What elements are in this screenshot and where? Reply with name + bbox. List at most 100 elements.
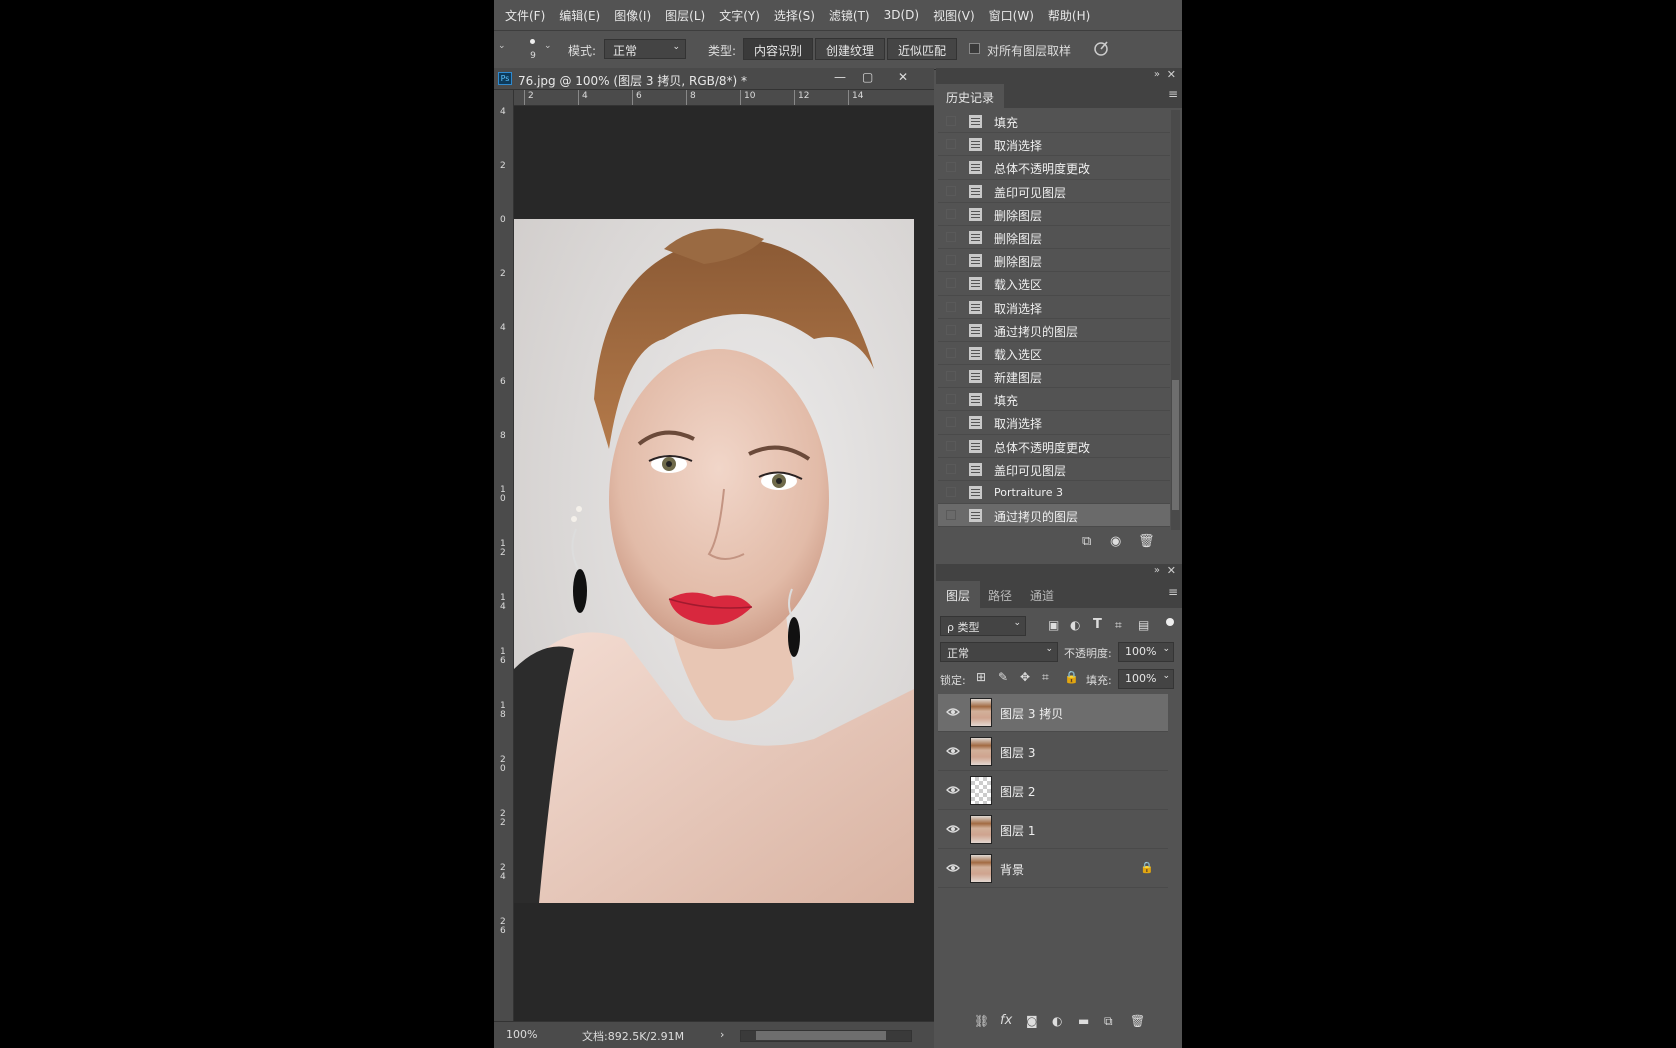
history-snapshot-checkbox[interactable] bbox=[946, 510, 956, 521]
history-item[interactable]: 新建图层 bbox=[938, 365, 1170, 389]
close-icon[interactable]: ✕ bbox=[898, 70, 908, 84]
layer-thumbnail[interactable] bbox=[970, 776, 992, 805]
history-snapshot-checkbox[interactable] bbox=[946, 371, 956, 382]
history-item[interactable]: 通过拷贝的图层 bbox=[938, 504, 1170, 528]
smart-object-filter-icon[interactable]: ▤ bbox=[1138, 618, 1149, 632]
history-snapshot-checkbox[interactable] bbox=[946, 208, 956, 219]
history-item[interactable]: 通过拷贝的图层 bbox=[938, 319, 1170, 342]
collapse-icon[interactable]: » bbox=[1154, 565, 1160, 576]
menu-item[interactable]: 视图(V) bbox=[926, 7, 982, 24]
history-item[interactable]: 总体不透明度更改 bbox=[938, 435, 1170, 458]
fill-input[interactable]: 100% ⌄ bbox=[1118, 669, 1174, 689]
history-snapshot-checkbox[interactable] bbox=[946, 278, 956, 289]
panel-menu-icon[interactable]: ≡ bbox=[1168, 585, 1178, 599]
trash-icon[interactable]: 🗑 bbox=[1130, 1014, 1145, 1028]
history-snapshot-checkbox[interactable] bbox=[946, 185, 956, 196]
type-filter-icon[interactable]: T bbox=[1093, 617, 1102, 632]
lock-position-icon[interactable]: ✥ bbox=[1020, 670, 1030, 684]
eye-icon[interactable] bbox=[946, 785, 960, 795]
history-item[interactable]: 总体不透明度更改 bbox=[938, 156, 1170, 180]
history-snapshot-checkbox[interactable] bbox=[946, 463, 956, 474]
link-layers-icon[interactable]: ⛓ bbox=[974, 1014, 989, 1028]
history-snapshot-checkbox[interactable] bbox=[946, 162, 956, 173]
shape-filter-icon[interactable]: ⌗ bbox=[1115, 618, 1122, 633]
canvas-area[interactable] bbox=[514, 106, 934, 1028]
layer-thumbnail[interactable] bbox=[970, 815, 992, 844]
new-group-icon[interactable]: ▬ bbox=[1078, 1014, 1089, 1028]
history-scrollbar-thumb[interactable] bbox=[1172, 380, 1179, 510]
camera-icon[interactable]: ◉ bbox=[1110, 534, 1121, 549]
lock-transparent-icon[interactable]: ⊞ bbox=[976, 670, 986, 684]
filter-toggle-icon[interactable] bbox=[1166, 618, 1174, 626]
layer-name[interactable]: 图层 3 拷贝 bbox=[1000, 705, 1063, 722]
adjustment-layer-icon[interactable]: ◐ bbox=[1052, 1014, 1062, 1028]
collapse-icon[interactable]: » bbox=[1154, 69, 1160, 80]
history-item[interactable]: 取消选择 bbox=[938, 296, 1170, 319]
lock-image-icon[interactable]: ✎ bbox=[998, 670, 1008, 684]
horizontal-ruler[interactable]: 2 4 6 8 10 12 14 bbox=[514, 90, 934, 106]
add-mask-icon[interactable]: ◙ bbox=[1026, 1014, 1038, 1028]
history-snapshot-checkbox[interactable] bbox=[946, 231, 956, 242]
layer-row[interactable]: 图层 3 拷贝 bbox=[938, 694, 1168, 732]
layer-name[interactable]: 图层 3 bbox=[1000, 744, 1035, 761]
brush-picker-chevron-icon[interactable]: ⌄ bbox=[544, 41, 552, 51]
history-item[interactable]: Portraiture 3 bbox=[938, 481, 1170, 505]
history-snapshot-checkbox[interactable] bbox=[946, 394, 956, 405]
history-item[interactable]: 删除图层 bbox=[938, 249, 1170, 273]
tab-channels[interactable]: 通道 bbox=[1020, 581, 1064, 608]
menu-item[interactable]: 图层(L) bbox=[658, 7, 712, 24]
status-arrow-icon[interactable]: › bbox=[720, 1028, 724, 1041]
vertical-ruler[interactable]: 4 2 0 2 4 6 8 1 0 1 2 1 4 1 6 1 8 2 0 2 2 2 4 2 6 bbox=[494, 90, 514, 1030]
lock-icon[interactable]: 🔒 bbox=[1140, 861, 1154, 874]
layer-filter-select[interactable]: ρ 类型 ⌄ bbox=[940, 616, 1026, 636]
new-layer-icon[interactable]: ⧉ bbox=[1104, 1014, 1113, 1029]
zoom-level[interactable]: 100% bbox=[506, 1028, 537, 1041]
menu-item[interactable]: 滤镜(T) bbox=[822, 7, 877, 24]
menu-item[interactable]: 文字(Y) bbox=[712, 7, 767, 24]
history-snapshot-checkbox[interactable] bbox=[946, 301, 956, 312]
layer-thumbnail[interactable] bbox=[970, 698, 992, 727]
close-panel-icon[interactable]: ✕ bbox=[1167, 68, 1176, 81]
menu-item[interactable]: 编辑(E) bbox=[552, 7, 607, 24]
blend-mode-select[interactable]: 正常 ⌄ bbox=[940, 642, 1058, 662]
history-item[interactable]: 盖印可见图层 bbox=[938, 458, 1170, 481]
sample-all-layers-checkbox[interactable] bbox=[969, 43, 980, 54]
history-item[interactable]: 载入选区 bbox=[938, 272, 1170, 296]
history-snapshot-checkbox[interactable] bbox=[946, 255, 956, 266]
pressure-icon[interactable] bbox=[1092, 39, 1110, 57]
history-item[interactable]: 取消选择 bbox=[938, 133, 1170, 157]
eye-icon[interactable] bbox=[946, 824, 960, 834]
scrollbar-thumb[interactable] bbox=[756, 1031, 886, 1040]
menu-item[interactable]: 文件(F) bbox=[498, 7, 552, 24]
history-snapshot-checkbox[interactable] bbox=[946, 139, 956, 150]
new-document-from-state-icon[interactable]: ⧉ bbox=[1082, 534, 1091, 549]
panel-menu-icon[interactable]: ≡ bbox=[1168, 87, 1178, 101]
create-texture-button[interactable]: 创建纹理 bbox=[815, 38, 886, 60]
history-scrollbar[interactable] bbox=[1171, 110, 1180, 530]
layer-thumbnail[interactable] bbox=[970, 737, 992, 766]
minimize-icon[interactable]: — bbox=[834, 70, 846, 84]
layer-name[interactable]: 图层 1 bbox=[1000, 822, 1035, 839]
history-item[interactable]: 删除图层 bbox=[938, 226, 1170, 250]
close-panel-icon[interactable]: ✕ bbox=[1167, 564, 1176, 577]
layer-row[interactable]: 图层 1 bbox=[938, 811, 1168, 849]
fx-icon[interactable]: fx bbox=[1000, 1013, 1012, 1028]
history-snapshot-checkbox[interactable] bbox=[946, 347, 956, 358]
opacity-input[interactable]: 100% ⌄ bbox=[1118, 642, 1174, 662]
trash-icon[interactable]: 🗑 bbox=[1138, 534, 1155, 549]
history-snapshot-checkbox[interactable] bbox=[946, 116, 956, 126]
history-snapshot-checkbox[interactable] bbox=[946, 417, 956, 428]
history-snapshot-checkbox[interactable] bbox=[946, 440, 956, 451]
document-size-info[interactable]: 文档:892.5K/2.91M bbox=[582, 1028, 684, 1044]
menu-item[interactable]: 图像(I) bbox=[607, 7, 658, 24]
document-tab[interactable]: Ps 76.jpg @ 100% (图层 3 拷贝, RGB/8*) * — ▢… bbox=[494, 68, 934, 90]
image-filter-icon[interactable]: ▣ bbox=[1048, 618, 1059, 632]
eye-icon[interactable] bbox=[946, 707, 960, 717]
layer-row[interactable]: 图层 3 bbox=[938, 733, 1168, 771]
eye-icon[interactable] bbox=[946, 746, 960, 756]
menu-item[interactable]: 3D(D) bbox=[877, 8, 926, 22]
adjustment-filter-icon[interactable]: ◐ bbox=[1070, 618, 1080, 632]
tab-layers[interactable]: 图层 bbox=[936, 581, 981, 608]
maximize-icon[interactable]: ▢ bbox=[862, 70, 873, 84]
layer-row[interactable]: 图层 2 bbox=[938, 772, 1168, 810]
